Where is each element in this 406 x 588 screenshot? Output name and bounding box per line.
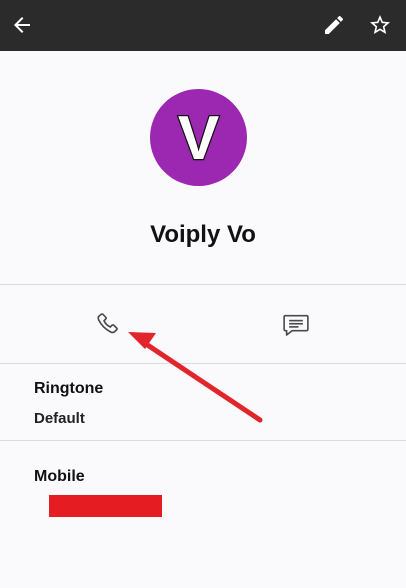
contact-details-screen: V Voiply Vo Ringtone Default Mobile	[0, 0, 406, 588]
pencil-icon	[325, 15, 344, 35]
contact-header: V Voiply Vo	[0, 51, 406, 284]
mobile-row[interactable]: Mobile	[0, 441, 406, 541]
ringtone-value: Default	[34, 410, 85, 427]
ringtone-row[interactable]: Ringtone Default	[0, 364, 406, 440]
message-button[interactable]	[278, 307, 314, 343]
message-icon	[283, 314, 309, 336]
star-outline-icon	[370, 15, 390, 34]
call-button[interactable]	[90, 307, 126, 343]
redacted-phone-number	[49, 495, 162, 517]
avatar-letter: V	[178, 104, 219, 173]
ringtone-label: Ringtone	[34, 380, 104, 397]
app-bar	[0, 0, 406, 51]
actions-row	[0, 285, 406, 363]
favorite-button[interactable]	[366, 11, 394, 39]
arrow-back-icon	[14, 17, 30, 33]
contact-name: Voiply Vo	[150, 221, 256, 248]
avatar: V	[150, 89, 247, 186]
mobile-label: Mobile	[34, 468, 85, 485]
back-button[interactable]	[8, 11, 36, 39]
edit-button[interactable]	[320, 11, 348, 39]
phone-icon	[97, 313, 118, 334]
